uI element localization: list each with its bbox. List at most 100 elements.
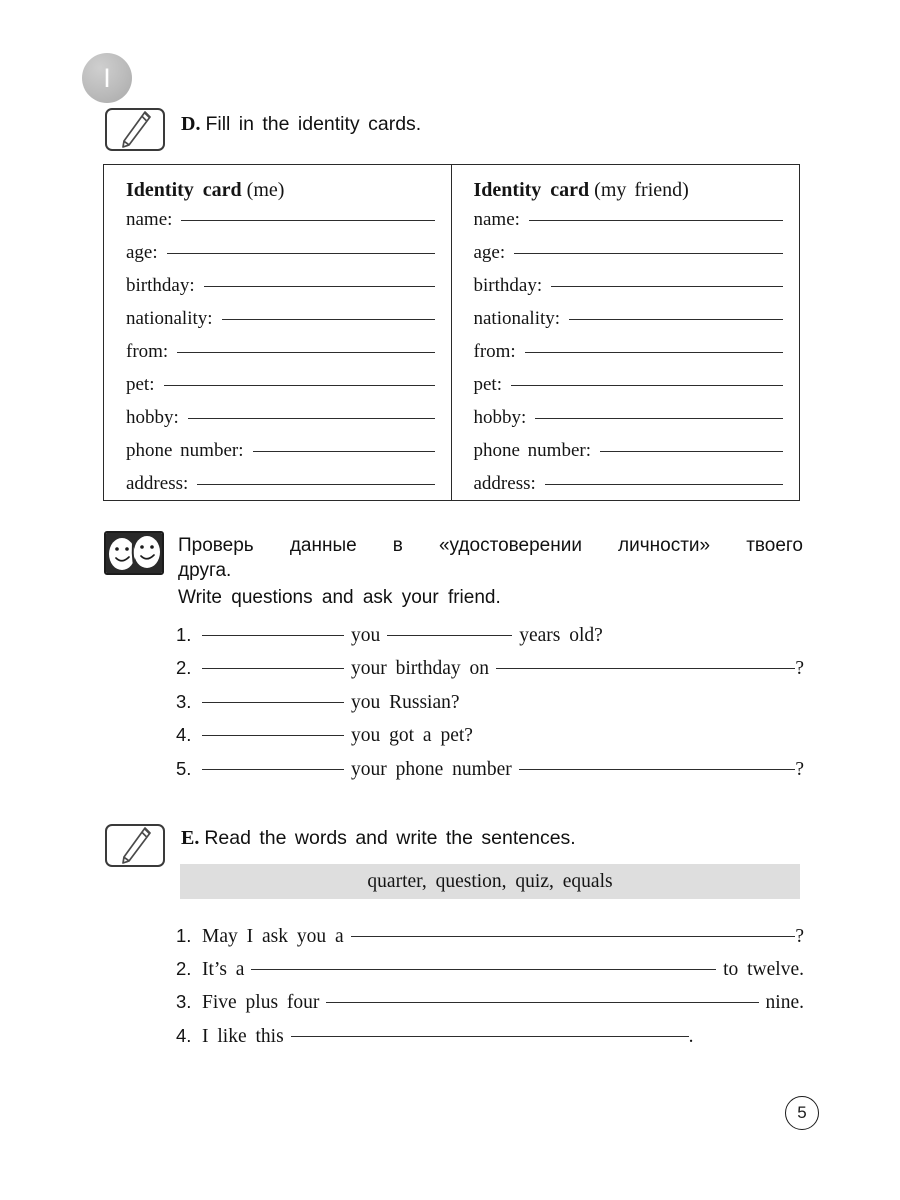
friend-field-from-label: from: <box>473 341 516 362</box>
field-phone-number[interactable]: phone number: <box>126 440 437 473</box>
friend-field-from[interactable]: from: <box>474 341 786 374</box>
question-row-4: 4. you got a pet? <box>176 724 804 757</box>
question-1-text-mid: you <box>351 625 381 646</box>
field-name[interactable]: name: <box>126 209 437 242</box>
field-address-label: address: <box>126 473 189 494</box>
field-hobby-blank[interactable] <box>187 418 435 419</box>
friend-field-birthday[interactable]: birthday: <box>474 275 786 308</box>
field-from-blank[interactable] <box>177 352 435 353</box>
instruction-block: Проверь данные в «удостоверении личности… <box>178 533 803 610</box>
pencil-glyph-e <box>122 827 151 864</box>
page-number: 5 <box>785 1096 819 1130</box>
question-5-end-mark: ? <box>795 758 804 780</box>
field-hobby[interactable]: hobby: <box>126 407 437 440</box>
exercise-d-heading: D. Fill in the identity cards. <box>181 113 421 136</box>
field-hobby-label: hobby: <box>126 407 179 428</box>
friend-field-name-blank[interactable] <box>528 220 783 221</box>
question-5-number: 5. <box>176 757 192 779</box>
friend-field-pet[interactable]: pet: <box>474 374 786 407</box>
word-bank: quarter, question, quiz, equals <box>180 864 800 899</box>
friend-field-birthday-label: birthday: <box>473 275 543 296</box>
sentences-list: 1. May I ask you a ? 2. It’s a to twelve… <box>176 925 804 1058</box>
sentence-4-number: 4. <box>176 1024 192 1046</box>
field-address-blank[interactable] <box>197 484 435 485</box>
question-4-number: 4. <box>176 724 192 746</box>
exercise-e-instruction: Read the words and write the sentences. <box>204 827 576 849</box>
field-from-label: from: <box>126 341 169 362</box>
question-2-blank-a[interactable] <box>202 668 344 670</box>
friend-field-pet-label: pet: <box>473 374 503 395</box>
sentence-2-blank[interactable] <box>251 969 717 971</box>
question-5-blank-b[interactable] <box>518 768 796 770</box>
question-row-3: 3. you Russian? <box>176 691 804 724</box>
friend-field-age-label: age: <box>473 242 506 263</box>
question-2-text-mid: your birthday on <box>351 658 489 680</box>
field-pet[interactable]: pet: <box>126 374 437 407</box>
field-nationality[interactable]: nationality: <box>126 308 437 341</box>
identity-card-me-title-paren: (me) <box>246 179 285 201</box>
question-3-number: 3. <box>176 690 192 712</box>
sentence-2-number: 2. <box>176 958 192 980</box>
friend-field-hobby-label: hobby: <box>473 407 527 428</box>
friend-field-phone-number-label: phone number: <box>473 440 592 461</box>
question-1-blank-b[interactable] <box>387 635 513 636</box>
friend-field-age-blank[interactable] <box>514 253 783 254</box>
field-name-label: name: <box>126 209 173 230</box>
field-birthday-blank[interactable] <box>203 286 435 287</box>
identity-card-my-friend: Identity card (my friend) name: age: bir… <box>452 165 800 500</box>
identity-card-my-friend-title: Identity card (my friend) <box>474 179 786 202</box>
pencil-on-card-icon-e <box>103 822 169 870</box>
sentence-1-end-mark: ? <box>795 926 804 947</box>
field-birthday[interactable]: birthday: <box>126 275 437 308</box>
exercise-e-letter: E. <box>181 827 200 849</box>
question-3-blank-a[interactable] <box>202 701 344 703</box>
sentence-3-blank[interactable] <box>326 1002 759 1004</box>
friend-field-address-blank[interactable] <box>544 484 783 485</box>
identity-cards-table: Identity card (me) name: age: birthday: … <box>103 164 800 501</box>
friend-field-address-label: address: <box>473 473 536 494</box>
friend-field-name-label: name: <box>473 209 520 230</box>
identity-card-me-title: Identity card (me) <box>126 179 437 202</box>
friend-field-birthday-blank[interactable] <box>551 286 783 287</box>
question-1-blank-a[interactable] <box>202 635 344 636</box>
field-age-label: age: <box>126 242 158 263</box>
sentence-3-tail: nine. <box>765 992 804 1014</box>
friend-field-pet-blank[interactable] <box>511 385 783 386</box>
question-row-1: 1. you years old? <box>176 624 804 657</box>
question-5-text-mid: your phone number <box>351 758 512 780</box>
friend-field-from-blank[interactable] <box>524 352 783 353</box>
question-2-number: 2. <box>176 657 192 679</box>
friend-field-hobby[interactable]: hobby: <box>474 407 786 440</box>
field-nationality-blank[interactable] <box>221 319 435 320</box>
field-phone-number-blank[interactable] <box>252 451 435 452</box>
friend-field-nationality[interactable]: nationality: <box>474 308 786 341</box>
identity-card-me: Identity card (me) name: age: birthday: … <box>104 165 452 500</box>
friend-field-name[interactable]: name: <box>474 209 786 242</box>
question-4-text-mid: you got a pet? <box>351 725 473 747</box>
field-age[interactable]: age: <box>126 242 437 275</box>
friend-field-phone-number[interactable]: phone number: <box>474 440 786 473</box>
field-pet-blank[interactable] <box>163 385 435 386</box>
question-4-blank-a[interactable] <box>202 735 344 737</box>
exercise-d-letter: D. <box>181 113 201 135</box>
friend-field-nationality-blank[interactable] <box>569 319 783 320</box>
question-5-blank-a[interactable] <box>202 768 344 770</box>
friend-field-address[interactable]: address: <box>474 473 786 506</box>
field-phone-number-label: phone number: <box>126 440 244 461</box>
friend-field-nationality-label: nationality: <box>473 308 561 329</box>
field-address[interactable]: address: <box>126 473 437 506</box>
field-name-blank[interactable] <box>181 220 435 221</box>
question-2-end-mark: ? <box>795 658 804 680</box>
friend-field-hobby-blank[interactable] <box>535 418 783 419</box>
sentence-1-blank[interactable] <box>350 936 796 937</box>
pencil-glyph <box>122 111 151 148</box>
field-age-blank[interactable] <box>166 253 435 254</box>
friend-field-age[interactable]: age: <box>474 242 786 275</box>
field-nationality-label: nationality: <box>126 308 213 329</box>
unit-badge: I <box>82 53 132 103</box>
sentence-4-blank[interactable] <box>290 1035 689 1037</box>
field-from[interactable]: from: <box>126 341 437 374</box>
question-1-number: 1. <box>176 624 192 645</box>
question-2-blank-b[interactable] <box>495 668 796 670</box>
friend-field-phone-number-blank[interactable] <box>600 451 783 452</box>
